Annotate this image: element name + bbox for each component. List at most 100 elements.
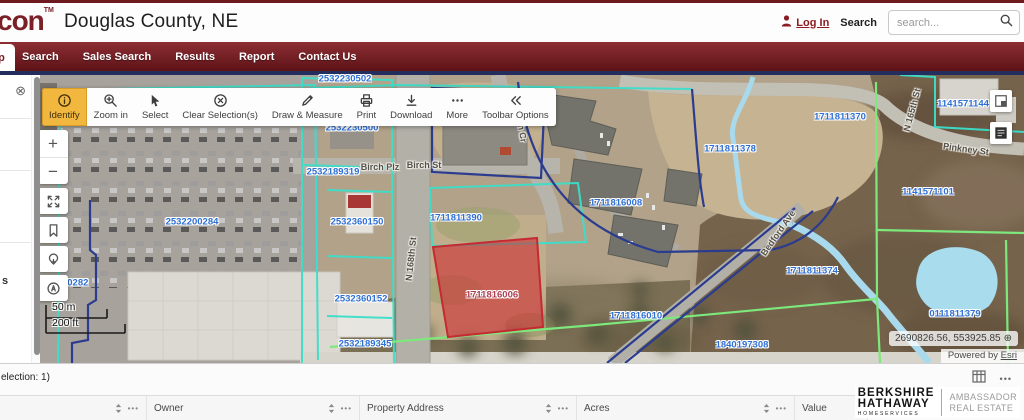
toolbar-label: Print xyxy=(357,110,377,121)
brand-hathaway: HATHAWAY xyxy=(858,399,935,410)
column-header-acres[interactable]: Acres ••• xyxy=(577,396,795,420)
nav-item-results[interactable]: Results xyxy=(175,51,215,63)
header-search-link[interactable]: Search xyxy=(840,17,877,29)
close-icon[interactable]: ⊗ xyxy=(15,84,26,97)
brand-ambassador: AMBASSADOR xyxy=(949,392,1017,403)
overview-map-button[interactable] xyxy=(990,90,1012,112)
column-more-icon[interactable]: ••• xyxy=(558,404,569,413)
column-more-icon[interactable]: ••• xyxy=(341,404,352,413)
map-toolbar: Identify Zoom in Select Clear Selection(s) D… xyxy=(42,88,556,126)
results-table-header: ••• Owner ••• Property Address ••• Acres ••• Va… xyxy=(0,395,868,420)
search-icon[interactable] xyxy=(1000,14,1013,32)
table-more-icon[interactable]: ••• xyxy=(1000,374,1012,384)
download-icon xyxy=(404,93,419,108)
toolbar-label: Select xyxy=(142,110,168,121)
map-control-bookmarks[interactable] xyxy=(38,217,68,243)
berkshire-hathaway-logo: BERKSHIRE HATHAWAY HOMESERVICES AMBASSAD… xyxy=(855,387,1020,418)
beacon-gis-page: conTM Douglas County, NE Log In Search p… xyxy=(0,0,1024,420)
column-sort-controls[interactable]: ••• xyxy=(327,403,352,414)
page-title: Douglas County, NE xyxy=(64,11,238,33)
login-link[interactable]: Log In xyxy=(781,15,829,30)
panel-scrollbar[interactable] xyxy=(31,75,40,363)
brand-homeservices: HOMESERVICES xyxy=(858,411,935,417)
layers-button[interactable] xyxy=(990,122,1012,144)
clear-icon xyxy=(213,93,228,108)
map-control-zoom-in[interactable]: + xyxy=(38,130,68,158)
brand-berkshire: BERKSHIRE xyxy=(858,388,935,399)
login-label: Log In xyxy=(796,17,829,29)
panel-divider xyxy=(0,242,31,243)
toolbar-label: Draw & Measure xyxy=(272,110,343,121)
column-label: Value xyxy=(802,403,827,414)
header-right: Log In Search xyxy=(781,10,1020,35)
column-sort-controls[interactable]: ••• xyxy=(762,403,787,414)
panel-text-fragment: s xyxy=(2,275,8,287)
column-header-property-address[interactable]: Property Address ••• xyxy=(360,396,577,420)
toolbar-more-button[interactable]: More xyxy=(439,88,475,126)
column-sort-controls[interactable]: ••• xyxy=(114,403,139,414)
toolbar-label: Clear Selection(s) xyxy=(182,110,258,121)
coordinates-readout: 2690826.56, 553925.85⊕ xyxy=(889,331,1018,346)
column-label: Acres xyxy=(584,403,610,414)
beacon-logo[interactable]: conTM xyxy=(0,5,54,37)
nav-item-sales-search[interactable]: Sales Search xyxy=(83,51,152,63)
column-header-owner[interactable]: Owner ••• xyxy=(147,396,360,420)
column-more-icon[interactable]: ••• xyxy=(776,404,787,413)
toolbar-label: Zoom in xyxy=(94,110,128,121)
esri-link[interactable]: Esri xyxy=(1001,350,1017,361)
toolbar-draw-measure-button[interactable]: Draw & Measure xyxy=(265,88,350,126)
toolbar-label: Identify xyxy=(49,110,80,121)
map-control-locate[interactable] xyxy=(38,275,68,301)
identify-icon xyxy=(57,93,72,108)
table-columns-icon[interactable] xyxy=(972,370,986,388)
column-label: Owner xyxy=(154,403,183,414)
toolbar-select-button[interactable]: Select xyxy=(135,88,175,126)
map-control-zoom-out[interactable]: − xyxy=(38,158,68,185)
site-header: conTM Douglas County, NE Log In Search xyxy=(0,3,1024,42)
brand-divider xyxy=(941,389,942,416)
more-icon xyxy=(450,93,465,108)
print-icon xyxy=(359,93,374,108)
map-control-default-extent[interactable] xyxy=(38,188,68,214)
nav-item-report[interactable]: Report xyxy=(239,51,274,63)
logo-text: con xyxy=(0,5,44,36)
toolbar-print-button[interactable]: Print xyxy=(350,88,384,126)
toolbar-zoom-in-button[interactable]: Zoom in xyxy=(87,88,135,126)
selection-count: election: 1) xyxy=(1,372,50,383)
brand-real-estate: REAL ESTATE xyxy=(949,403,1017,414)
column-label: Property Address xyxy=(367,403,444,414)
map-canvas[interactable]: 2532230502253223050017118160021711811370… xyxy=(0,75,1024,363)
table-tools: ••• xyxy=(972,370,1012,388)
column-header-select[interactable]: ••• xyxy=(0,396,147,420)
select-icon xyxy=(148,93,163,108)
results-bar: election: 1) ••• •••Owner•••Property Add… xyxy=(0,363,1024,420)
toolbar-clear-selection-s-button[interactable]: Clear Selection(s) xyxy=(175,88,265,126)
collapse-icon xyxy=(508,93,523,108)
crosshair-icon: ⊕ xyxy=(1004,333,1012,344)
user-icon xyxy=(781,15,792,30)
toolbar-label: Download xyxy=(390,110,432,121)
zoom-control-group: +− xyxy=(38,130,68,184)
logo-tm: TM xyxy=(44,7,54,14)
toolbar-identify-button[interactable]: Identify xyxy=(42,88,87,126)
header-search-box xyxy=(888,10,1020,35)
search-input[interactable] xyxy=(895,16,1000,30)
selected-parcel-polygon xyxy=(433,238,543,337)
toolbar-label: More xyxy=(446,110,468,121)
zoom-in-icon xyxy=(103,93,118,108)
toolbar-toolbar-options-button[interactable]: Toolbar Options xyxy=(475,88,556,126)
main-nav: p Search Sales Search Results Report Contact… xyxy=(0,42,1024,75)
tab-map-active[interactable]: p xyxy=(0,44,15,71)
nav-item-contact-us[interactable]: Contact Us xyxy=(298,51,356,63)
map-attribution: Powered by Esri xyxy=(941,349,1024,363)
left-panel: ⊗ s xyxy=(0,75,31,363)
column-sort-controls[interactable]: ••• xyxy=(544,403,569,414)
panel-divider xyxy=(0,170,31,171)
map-control-basemap[interactable] xyxy=(38,246,68,272)
toolbar-download-button[interactable]: Download xyxy=(383,88,439,126)
scrollbar-thumb[interactable] xyxy=(34,77,40,355)
nav-item-search[interactable]: Search xyxy=(22,51,59,63)
column-more-icon[interactable]: ••• xyxy=(128,404,139,413)
panel-divider xyxy=(0,118,31,119)
brand-right: AMBASSADOR REAL ESTATE xyxy=(949,392,1017,413)
